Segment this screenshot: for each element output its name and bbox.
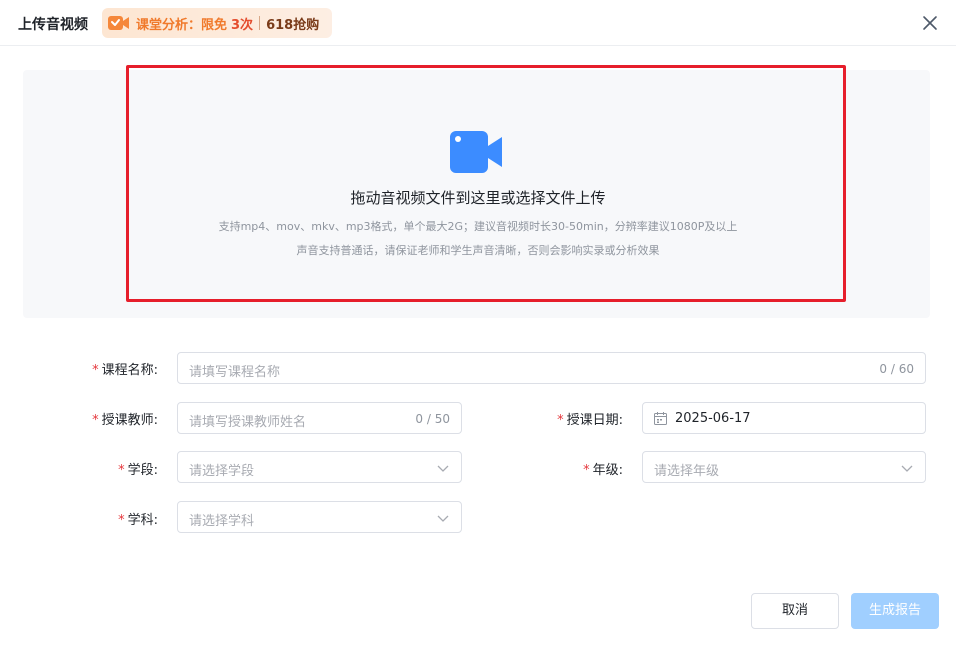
date-label: * 授课日期: [557, 413, 623, 428]
promo-divider [259, 16, 261, 30]
required-mark: * [118, 513, 125, 528]
required-mark: * [118, 463, 125, 478]
chevron-down-icon [437, 515, 449, 522]
upload-hint-audio: 声音支持普通话，请保证老师和学生声音清晰，否则会影响实录或分析效果 [296, 244, 660, 257]
date-picker[interactable]: 2025-06-17 [642, 402, 926, 434]
video-camera-icon[interactable] [450, 131, 504, 173]
teacher-placeholder: 请填写授课教师姓名 [189, 415, 307, 430]
close-icon[interactable] [920, 13, 940, 33]
subject-placeholder: 请选择学科 [189, 514, 255, 529]
course-name-placeholder: 请填写课程名称 [189, 365, 281, 380]
generate-report-button[interactable]: 生成报告 [851, 593, 939, 629]
subject-select[interactable]: 请选择学科 [177, 501, 462, 533]
required-mark: * [92, 363, 99, 378]
cancel-button[interactable]: 取消 [751, 593, 839, 629]
grade-select[interactable]: 请选择年级 [642, 451, 926, 483]
upload-dialog: 上传音视频 课堂分析：限免 3次 618抢购 拖动音视频文件到这里或选择文件上传… [0, 0, 956, 647]
dialog-header: 上传音视频 课堂分析：限免 3次 618抢购 [0, 0, 956, 46]
promo-badge[interactable]: 课堂分析：限免 3次 618抢购 [102, 8, 332, 38]
required-mark: * [583, 463, 590, 478]
course-name-label: * 课程名称: [92, 363, 158, 378]
subject-label: * 学科: [118, 513, 158, 528]
upload-title[interactable]: 拖动音视频文件到这里或选择文件上传 [0, 187, 956, 208]
grade-label: * 年级: [583, 463, 623, 478]
teacher-label: * 授课教师: [92, 413, 158, 428]
stage-placeholder: 请选择学段 [189, 464, 255, 479]
upload-hint-format: 支持mp4、mov、mkv、mp3格式，单个最大2G；建议音视频时长30-50m… [218, 220, 738, 233]
calendar-icon [654, 412, 667, 425]
promo-sale-label: 618抢购 [266, 17, 320, 33]
required-mark: * [557, 413, 564, 428]
course-name-input[interactable]: 请填写课程名称 0 / 60 [177, 352, 926, 384]
required-mark: * [92, 413, 99, 428]
chevron-down-icon [437, 465, 449, 472]
promo-free-count: 3次 [231, 17, 254, 33]
teacher-counter: 0 / 50 [415, 412, 450, 426]
date-value: 2025-06-17 [675, 411, 751, 426]
teacher-input[interactable]: 请填写授课教师姓名 0 / 50 [177, 402, 462, 434]
stage-label: * 学段: [118, 463, 158, 478]
grade-placeholder: 请选择年级 [654, 464, 720, 479]
chevron-down-icon [901, 465, 913, 472]
video-promo-icon [108, 16, 129, 30]
stage-select[interactable]: 请选择学段 [177, 451, 462, 483]
dialog-title: 上传音视频 [18, 17, 88, 33]
promo-text: 课堂分析：限免 [136, 17, 228, 33]
course-name-counter: 0 / 60 [879, 362, 914, 376]
